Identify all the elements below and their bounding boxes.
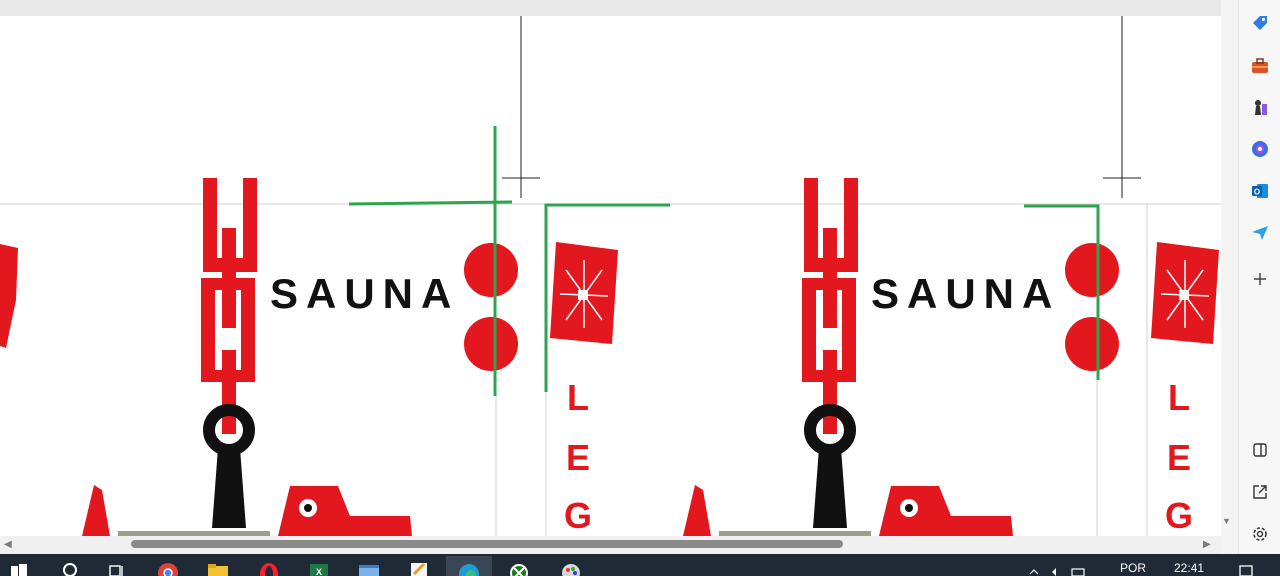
photos-icon[interactable]	[356, 556, 382, 576]
sauna-title: SAUNA	[871, 270, 1060, 317]
copilot-icon[interactable]	[1249, 138, 1271, 160]
side-letter: L	[567, 377, 589, 418]
red-dot	[1065, 243, 1119, 297]
edge-icon[interactable]	[446, 556, 492, 576]
edge-sidebar: O	[1238, 0, 1280, 554]
document-svg: SAUNA L E G SAUNA L E G	[0, 16, 1221, 536]
excel-icon[interactable]: X	[306, 556, 332, 576]
side-letter: L	[1168, 377, 1190, 418]
file-explorer-icon[interactable]	[205, 556, 231, 576]
page-2-artwork: SAUNA	[683, 178, 1119, 536]
crop-mark	[502, 16, 1141, 198]
chrome-icon[interactable]	[155, 556, 181, 576]
windows-taskbar: X POR 22:41	[0, 554, 1280, 576]
send-icon[interactable]	[1249, 222, 1271, 244]
paint-3d-icon[interactable]	[558, 556, 584, 576]
plus-icon[interactable]	[1249, 268, 1271, 290]
scroll-down-arrow[interactable]: ▼	[1222, 516, 1231, 526]
keyhole-stem	[212, 448, 246, 528]
briefcase-icon[interactable]	[1249, 55, 1271, 77]
page-1-artwork: SAUNA	[82, 126, 518, 536]
svg-text:X: X	[316, 567, 322, 576]
chess-icon[interactable]	[1249, 97, 1271, 119]
shield-logo	[550, 242, 618, 344]
chain-logo	[201, 178, 257, 434]
windows-start-icon[interactable]	[8, 556, 30, 576]
red-boot-shape	[278, 486, 412, 536]
clock-time[interactable]: 22:41	[1174, 561, 1204, 575]
search-icon[interactable]	[58, 556, 82, 576]
tag-icon[interactable]	[1249, 12, 1271, 34]
language-indicator[interactable]: POR	[1120, 561, 1146, 575]
opera-icon[interactable]	[256, 556, 282, 576]
side-letter: E	[566, 437, 590, 478]
scrollbar-thumb[interactable]	[131, 540, 843, 548]
scroll-left-arrow[interactable]: ◀	[4, 539, 12, 551]
red-shape	[82, 485, 110, 536]
task-view-icon[interactable]	[105, 556, 129, 576]
shield-logo	[1151, 242, 1219, 344]
document-canvas[interactable]: SAUNA L E G SAUNA L E G	[0, 16, 1221, 536]
shield-logo-partial	[0, 244, 18, 348]
red-boot-shape	[879, 486, 1013, 536]
outlook-icon[interactable]: O	[1249, 180, 1271, 202]
scroll-right-arrow[interactable]: ▶	[1203, 539, 1211, 551]
xbox-icon[interactable]	[506, 556, 532, 576]
gear-icon[interactable]	[1249, 523, 1271, 545]
red-shape	[683, 485, 711, 536]
red-dot	[464, 317, 518, 371]
chain-logo	[802, 178, 858, 434]
keyhole-stem	[813, 448, 847, 528]
sauna-title: SAUNA	[270, 270, 459, 317]
notification-icon[interactable]	[1236, 556, 1256, 576]
side-letter: G	[1165, 495, 1193, 536]
system-tray-icons[interactable]	[1028, 556, 1088, 576]
svg-text:O: O	[1254, 188, 1260, 197]
red-dot	[1065, 317, 1119, 371]
side-letter: G	[564, 495, 592, 536]
paint-icon[interactable]	[406, 556, 432, 576]
side-letter: E	[1167, 437, 1191, 478]
red-dot	[464, 243, 518, 297]
document-top-strip	[0, 0, 1221, 17]
horizontal-scrollbar[interactable]: ◀ ▶	[0, 536, 1221, 554]
split-screen-icon[interactable]	[1249, 439, 1271, 461]
open-external-icon[interactable]	[1249, 481, 1271, 503]
